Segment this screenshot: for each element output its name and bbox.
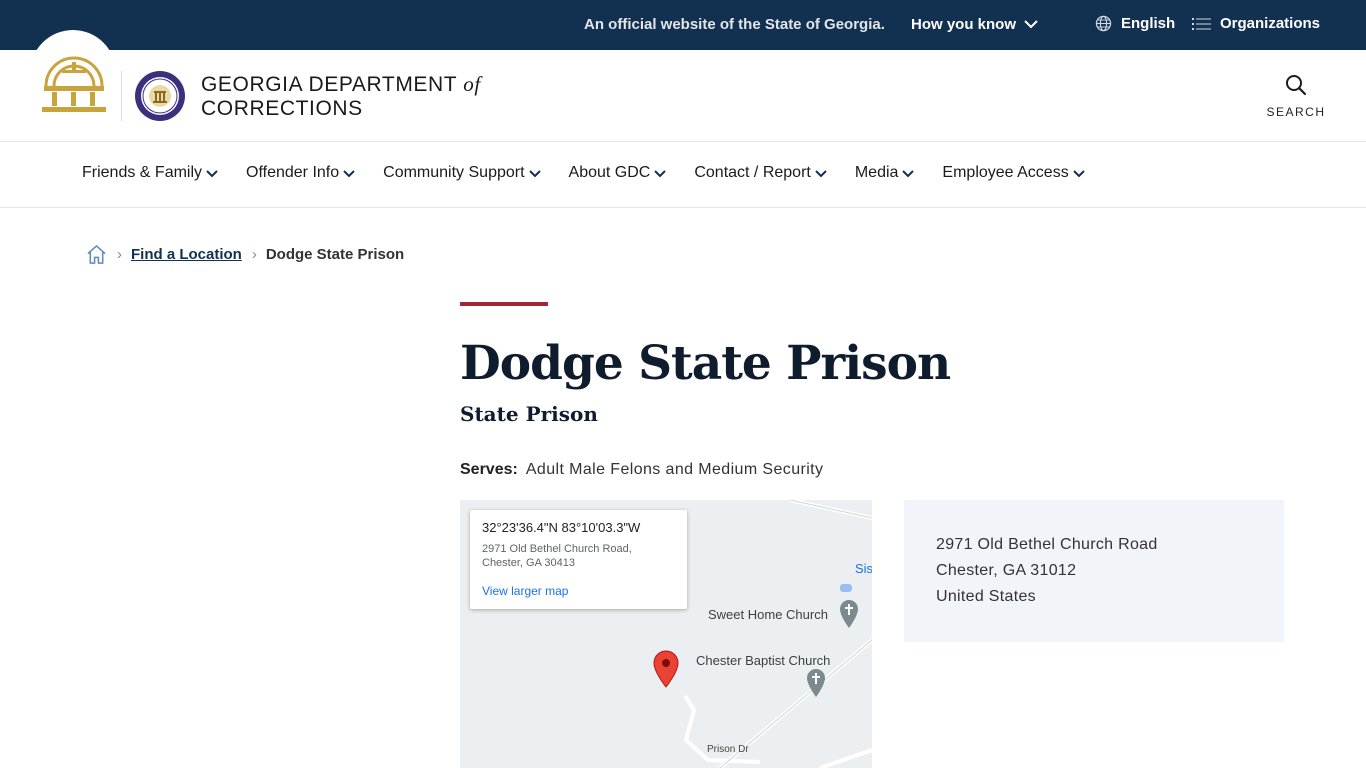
church-pin-icon[interactable]: [839, 599, 859, 629]
serves-info: Serves: Adult Male Felons and Medium Secu…: [460, 461, 823, 479]
address-line1: 2971 Old Bethel Church Road: [936, 536, 1158, 553]
chevron-down-icon: [343, 170, 355, 178]
department-name-line1: GEORGIA DEPARTMENT: [201, 73, 457, 96]
nav-item-friends-family[interactable]: Friends & Family: [82, 164, 218, 182]
department-name-line2: CORRECTIONS: [201, 97, 363, 120]
chevron-down-icon: [528, 170, 541, 178]
list-icon: [1192, 17, 1211, 30]
search-button[interactable]: SEARCH: [1262, 74, 1330, 119]
how-you-know-label: How you know: [911, 16, 1016, 33]
view-larger-map-link[interactable]: View larger map: [482, 584, 568, 598]
search-icon: [1286, 75, 1307, 96]
chevron-down-icon: [902, 170, 915, 178]
georgia-state-seal-logo[interactable]: [40, 42, 108, 116]
map-label-sis: Sis: [855, 561, 872, 576]
map-coordinates: 32°23'36.4"N 83°10'03.3"W: [482, 520, 641, 535]
address-line2: Chester, GA 31012: [936, 562, 1077, 579]
chevron-down-icon: [1024, 20, 1038, 29]
page-title: Dodge State Prison: [460, 336, 951, 391]
main-navigation: Friends & Family Offender Info Community…: [0, 142, 1366, 208]
nav-item-community-support[interactable]: Community Support: [383, 164, 541, 182]
serves-value: Adult Male Felons and Medium Security: [525, 461, 824, 478]
chevron-right-icon: ›: [251, 246, 257, 263]
chevron-down-icon: [815, 170, 827, 178]
chevron-down-icon: [1072, 170, 1085, 178]
nav-item-label: Employee Access: [942, 164, 1069, 181]
serves-label: Serves:: [460, 461, 518, 478]
breadcrumb: › Find a Location › Dodge State Prison: [86, 244, 404, 265]
breadcrumb-current: Dodge State Prison: [265, 246, 405, 263]
facility-type: State Prison: [460, 402, 598, 426]
department-name-of: of: [463, 72, 481, 96]
map-label-prison-dr: Prison Dr: [707, 744, 749, 755]
title-accent-bar: [460, 302, 548, 306]
map-label-chester-baptist-church: Chester Baptist Church: [696, 653, 831, 668]
nav-item-label: Contact / Report: [694, 164, 811, 181]
nav-item-about-gdc[interactable]: About GDC: [569, 164, 667, 182]
nav-item-label: Media: [854, 164, 899, 181]
chevron-down-icon: [654, 170, 667, 178]
facility-address: 2971 Old Bethel Church Road Chester, GA …: [904, 500, 1284, 642]
home-icon[interactable]: [86, 244, 107, 265]
organizations-link[interactable]: Organizations: [1192, 15, 1320, 32]
how-you-know-toggle[interactable]: How you know: [911, 16, 1038, 33]
nav-item-media[interactable]: Media: [855, 164, 915, 182]
map-label-sweet-home-church: Sweet Home Church: [708, 607, 828, 622]
church-pin-icon[interactable]: [806, 668, 826, 698]
location-map[interactable]: 32°23'36.4"N 83°10'03.3"W 2971 Old Bethe…: [460, 500, 872, 768]
nav-item-label: Community Support: [383, 164, 525, 181]
location-pin-icon[interactable]: [652, 650, 680, 688]
breadcrumb-find-location-link[interactable]: Find a Location: [131, 246, 242, 263]
gdc-department-seal-logo[interactable]: [134, 70, 186, 122]
organizations-label: Organizations: [1220, 15, 1321, 32]
language-label: English: [1121, 15, 1176, 32]
header-divider: [121, 71, 122, 121]
nav-item-label: About GDC: [568, 164, 651, 181]
official-site-text: An official website of the State of Geor…: [584, 16, 885, 33]
map-info-card: 32°23'36.4"N 83°10'03.3"W 2971 Old Bethe…: [470, 510, 687, 609]
department-name[interactable]: GEORGIA DEPARTMENT of CORRECTIONS: [201, 72, 481, 121]
chevron-right-icon: ›: [117, 246, 122, 263]
nav-item-employee-access[interactable]: Employee Access: [942, 164, 1085, 182]
address-line3: United States: [936, 588, 1036, 605]
nav-item-label: Offender Info: [246, 164, 340, 181]
globe-icon: [1095, 15, 1112, 32]
search-label: SEARCH: [1266, 105, 1326, 119]
official-banner: An official website of the State of Geor…: [0, 0, 1366, 50]
chevron-down-icon: [206, 170, 218, 178]
language-selector[interactable]: English: [1095, 15, 1175, 32]
map-address: 2971 Old Bethel Church Road, Chester, GA…: [482, 543, 632, 569]
nav-item-label: Friends & Family: [82, 164, 203, 181]
nav-item-offender-info[interactable]: Offender Info: [246, 164, 355, 182]
nav-item-contact-report[interactable]: Contact / Report: [694, 164, 827, 182]
